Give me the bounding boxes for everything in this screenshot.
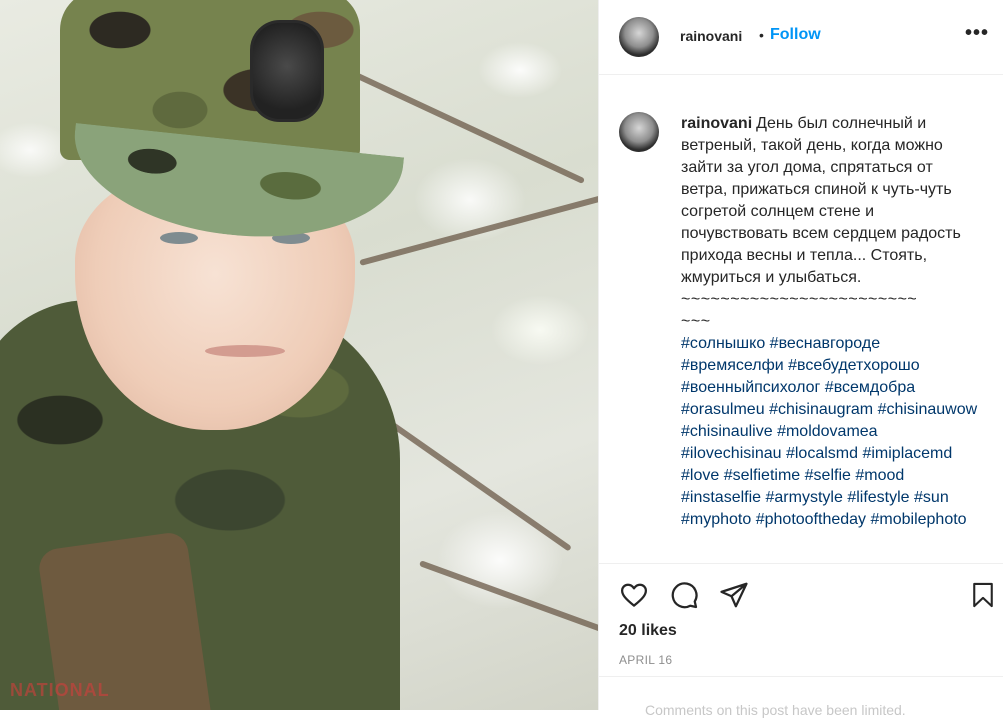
hashtag-link[interactable]: #love xyxy=(681,467,719,484)
caption-username[interactable]: rainovani xyxy=(681,115,752,132)
follow-button[interactable]: Follow xyxy=(770,26,821,44)
hashtag-link[interactable]: #photooftheday xyxy=(756,511,866,528)
avatar[interactable] xyxy=(619,17,659,57)
caption-tilde-line: ~~~ xyxy=(681,313,711,330)
hashtag-link[interactable]: #myphoto xyxy=(681,511,751,528)
branch-decoration xyxy=(388,420,572,552)
caption-text: День был солнечный и ветреный, такой ден… xyxy=(681,115,966,286)
hashtag-link[interactable]: #времяселфи xyxy=(681,357,784,374)
instagram-post-view: NATIONAL rainovani • Follow ••• rainovan… xyxy=(0,0,1003,718)
caption-scroll-area[interactable]: rainovani День был солнечный и ветреный, … xyxy=(599,75,1003,563)
comment-icon[interactable] xyxy=(669,580,699,610)
hashtag-link[interactable]: #orasulmeu xyxy=(681,401,765,418)
hashtag-link[interactable]: #всебудетхорошо xyxy=(788,357,920,374)
hashtag-link[interactable]: #sun xyxy=(914,489,949,506)
eye xyxy=(160,232,198,244)
hashtag-link[interactable]: #солнышко xyxy=(681,335,765,352)
hashtag-link[interactable]: #localsmd xyxy=(786,445,858,462)
hashtag-link[interactable]: #instaselfie xyxy=(681,489,761,506)
hashtag-link[interactable]: #mood xyxy=(855,467,904,484)
caption-tilde-line: ~~~~~~~~~~~~~~~~~~~~~~~~ xyxy=(681,291,918,308)
post-actions: 20 likes APRIL 16 Comments on this post … xyxy=(599,563,1003,718)
hashtag-link[interactable]: #chisinaugram xyxy=(769,401,873,418)
divider xyxy=(599,676,1003,677)
hashtag-link[interactable]: #mobilephoto xyxy=(871,511,967,528)
hashtag-link[interactable]: #веснавгороде xyxy=(770,335,880,352)
hashtag-link[interactable]: #selfietime xyxy=(724,467,800,484)
hashtag-link[interactable]: #imiplacemd xyxy=(862,445,952,462)
post-date[interactable]: APRIL 16 xyxy=(619,653,672,667)
share-icon[interactable] xyxy=(719,580,749,610)
watermark: NATIONAL xyxy=(10,680,110,700)
comments-limited-notice: Comments on this post have been limited. xyxy=(645,702,906,718)
caption-avatar[interactable] xyxy=(619,112,659,152)
likes-count[interactable]: 20 likes xyxy=(619,622,677,640)
post-photo[interactable]: NATIONAL xyxy=(0,0,598,710)
header-username[interactable]: rainovani xyxy=(680,28,742,44)
post-header: rainovani • Follow ••• xyxy=(599,0,1003,75)
hashtag-link[interactable]: #moldovamea xyxy=(777,423,878,440)
hashtag-link[interactable]: #armystyle xyxy=(766,489,843,506)
bookmark-icon[interactable] xyxy=(969,580,997,610)
hashtag-link[interactable]: #chisinauwow xyxy=(878,401,978,418)
hashtag-link[interactable]: #военныйпсихолог xyxy=(681,379,820,396)
branch-decoration xyxy=(418,560,598,635)
caption: rainovani День был солнечный и ветреный, … xyxy=(681,113,981,531)
post-side-panel: rainovani • Follow ••• rainovani День был… xyxy=(598,0,1003,718)
lips xyxy=(205,345,285,357)
more-options-icon[interactable]: ••• xyxy=(965,22,989,45)
hashtag-link[interactable]: #chisinaulive xyxy=(681,423,773,440)
hashtag-link[interactable]: #selfie xyxy=(805,467,851,484)
hashtag-link[interactable]: #lifestyle xyxy=(847,489,909,506)
hashtag-list: #солнышко #веснавгороде #времяселфи #все… xyxy=(681,335,982,528)
cap-badge xyxy=(250,20,324,122)
separator-dot: • xyxy=(759,27,764,43)
hashtag-link[interactable]: #ilovechisinau xyxy=(681,445,782,462)
branch-decoration xyxy=(359,195,598,266)
heart-icon[interactable] xyxy=(619,580,649,610)
hashtag-link[interactable]: #всемдобра xyxy=(825,379,915,396)
